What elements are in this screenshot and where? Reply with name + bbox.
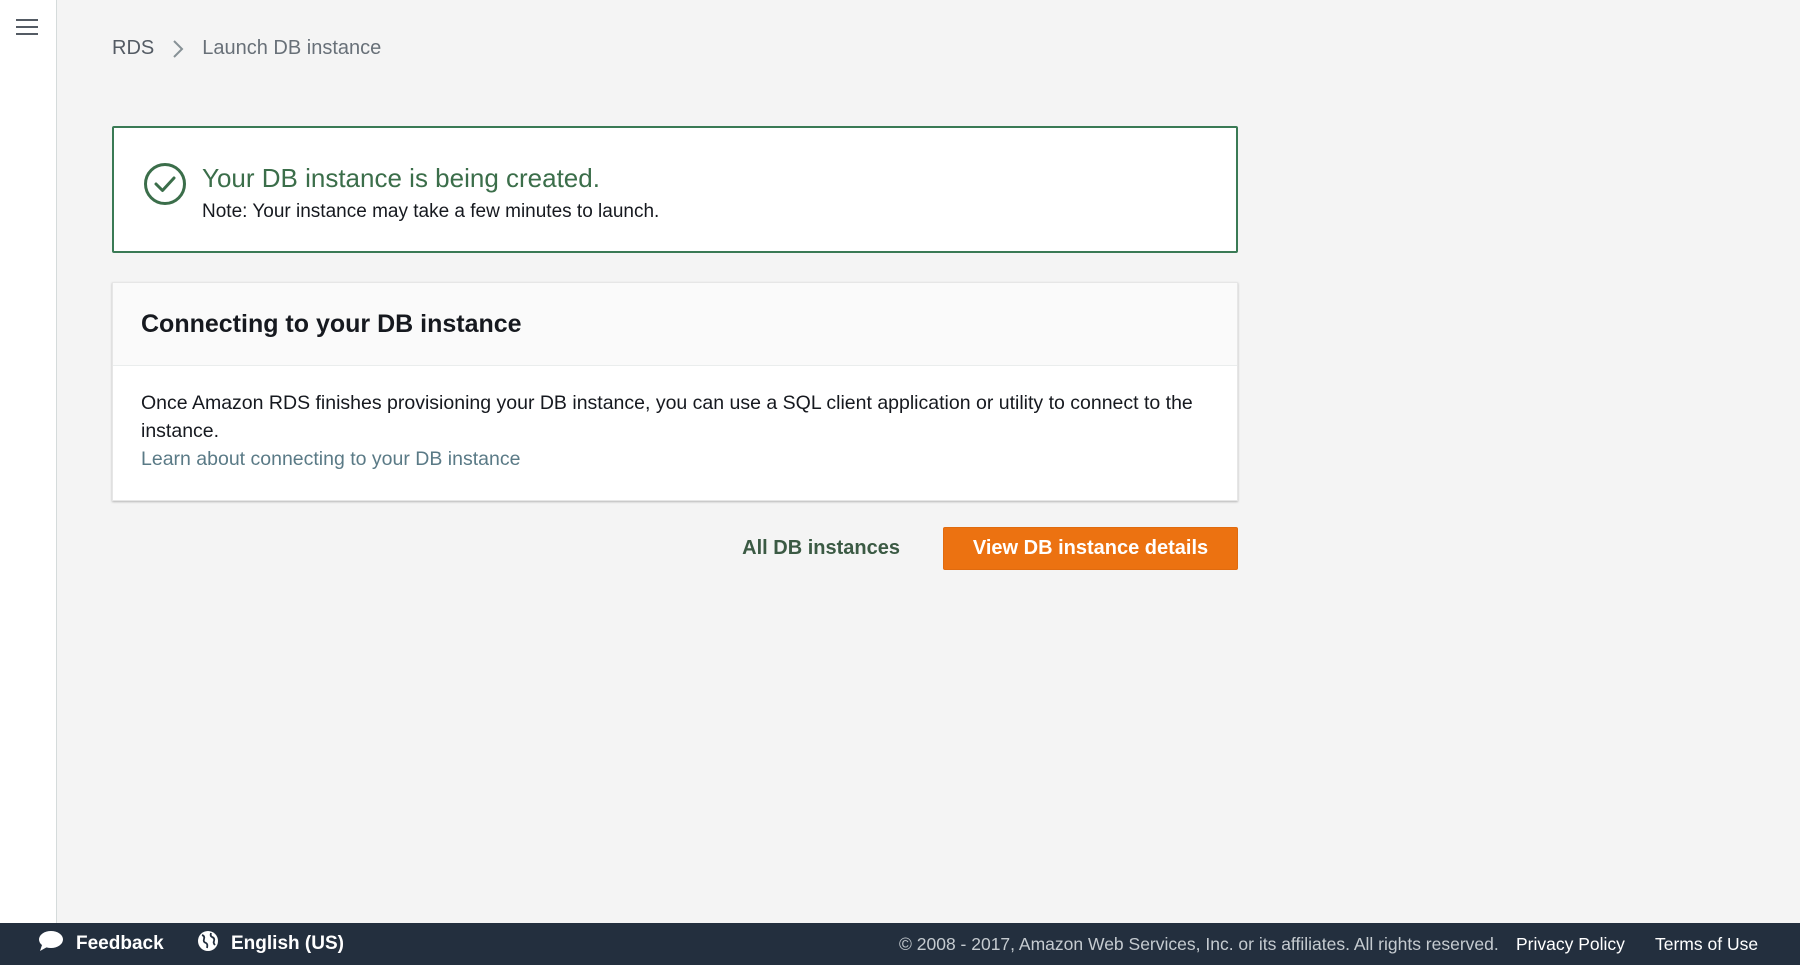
copyright-text: © 2008 - 2017, Amazon Web Services, Inc.… — [899, 933, 1499, 954]
feedback-button[interactable]: Feedback — [38, 930, 164, 958]
left-rail — [0, 0, 57, 923]
breadcrumb: RDS Launch DB instance — [112, 37, 381, 60]
language-label: English (US) — [231, 933, 344, 954]
check-circle-icon — [143, 162, 187, 211]
breadcrumb-rds-link[interactable]: RDS — [112, 37, 154, 60]
chevron-right-icon — [172, 39, 184, 59]
speech-bubble-icon — [38, 930, 76, 958]
panel-title: Connecting to your DB instance — [141, 310, 522, 338]
panel-header: Connecting to your DB instance — [113, 283, 1237, 366]
globe-icon — [197, 930, 231, 958]
connecting-panel: Connecting to your DB instance Once Amaz… — [112, 282, 1238, 501]
console-footer: Feedback English (US) © 2008 - 2017, Ama… — [0, 923, 1800, 965]
feedback-label: Feedback — [76, 933, 164, 954]
flash-note: Note: Your instance may take a few minut… — [202, 201, 660, 222]
menu-icon[interactable] — [16, 18, 40, 40]
action-bar: All DB instances View DB instance detail… — [112, 527, 1238, 570]
learn-connecting-link[interactable]: Learn about connecting to your DB instan… — [141, 445, 1209, 473]
breadcrumb-current: Launch DB instance — [202, 37, 382, 59]
flash-title: Your DB instance is being created. — [202, 163, 600, 193]
privacy-policy-link[interactable]: Privacy Policy — [1516, 934, 1625, 955]
terms-of-use-link[interactable]: Terms of Use — [1655, 934, 1758, 955]
main-content: RDS Launch DB instance Your DB instance … — [57, 0, 1800, 923]
language-selector[interactable]: English (US) — [197, 930, 344, 958]
success-flash: Your DB instance is being created. Note:… — [112, 126, 1238, 253]
view-db-instance-details-button[interactable]: View DB instance details — [943, 527, 1238, 570]
panel-body-text: Once Amazon RDS finishes provisioning yo… — [141, 392, 1193, 442]
panel-body: Once Amazon RDS finishes provisioning yo… — [113, 366, 1237, 473]
all-db-instances-button[interactable]: All DB instances — [742, 527, 900, 570]
